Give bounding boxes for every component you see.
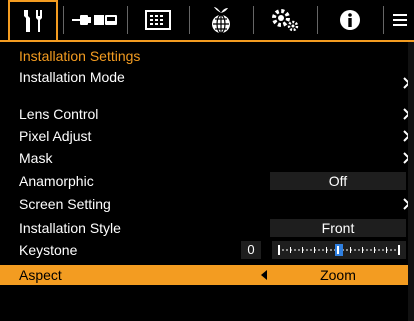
arrow-left-icon[interactable] — [261, 270, 267, 280]
scrollbar[interactable] — [408, 42, 414, 321]
menu-item-label: Pixel Adjust — [19, 128, 92, 144]
tab-function[interactable] — [256, 0, 314, 40]
input-signal-icon — [72, 15, 117, 25]
menu-item-label: Keystone — [19, 242, 78, 258]
tab-input-signal[interactable] — [66, 0, 124, 40]
menu-item-label: Anamorphic — [19, 173, 94, 189]
information-icon — [340, 10, 360, 30]
function-icon — [272, 9, 299, 32]
aspect-value[interactable]: Zoom — [270, 266, 406, 284]
menu-item-pixel-adjust[interactable]: Pixel Adjust — [0, 126, 414, 146]
menu-item-label: Installation Mode — [19, 69, 125, 85]
menu-item-label: Aspect — [19, 267, 62, 283]
menu-item-anamorphic[interactable]: Anamorphic Off — [0, 171, 414, 191]
menu-item-installation-mode[interactable]: Installation Mode — [0, 67, 414, 89]
section-title: Installation Settings — [19, 48, 141, 64]
menu-item-label: Mask — [19, 150, 53, 166]
keystone-value: 0 — [241, 241, 261, 259]
tab-more[interactable] — [386, 0, 414, 40]
menu-item-installation-style[interactable]: Installation Style Front — [0, 218, 414, 238]
anamorphic-value[interactable]: Off — [270, 172, 406, 190]
tab-installation[interactable] — [8, 0, 58, 40]
eco-icon — [212, 7, 230, 34]
keystone-slider[interactable] — [272, 241, 406, 259]
tab-information[interactable] — [320, 0, 380, 40]
section-header: Installation Settings — [0, 46, 414, 66]
menu-item-aspect[interactable]: Aspect Zoom — [0, 265, 414, 285]
display-setting-icon — [145, 10, 171, 30]
installation-style-value[interactable]: Front — [270, 219, 406, 237]
tab-underline — [0, 40, 414, 42]
menu-item-keystone[interactable]: Keystone 0 — [0, 240, 414, 260]
tab-eco[interactable] — [192, 0, 250, 40]
keystone-slider-scale — [278, 244, 400, 256]
installation-icon — [24, 10, 42, 32]
menu-item-mask[interactable]: Mask — [0, 148, 414, 168]
menu-item-lens-control[interactable]: Lens Control — [0, 104, 414, 124]
menu-icon — [393, 14, 407, 26]
tab-bar — [0, 0, 414, 40]
menu-item-label: Lens Control — [19, 106, 99, 122]
menu-item-label: Screen Setting — [19, 196, 111, 212]
menu-item-label: Installation Style — [19, 220, 121, 236]
tab-display-setting[interactable] — [130, 0, 186, 40]
menu-item-screen-setting[interactable]: Screen Setting — [0, 194, 414, 214]
